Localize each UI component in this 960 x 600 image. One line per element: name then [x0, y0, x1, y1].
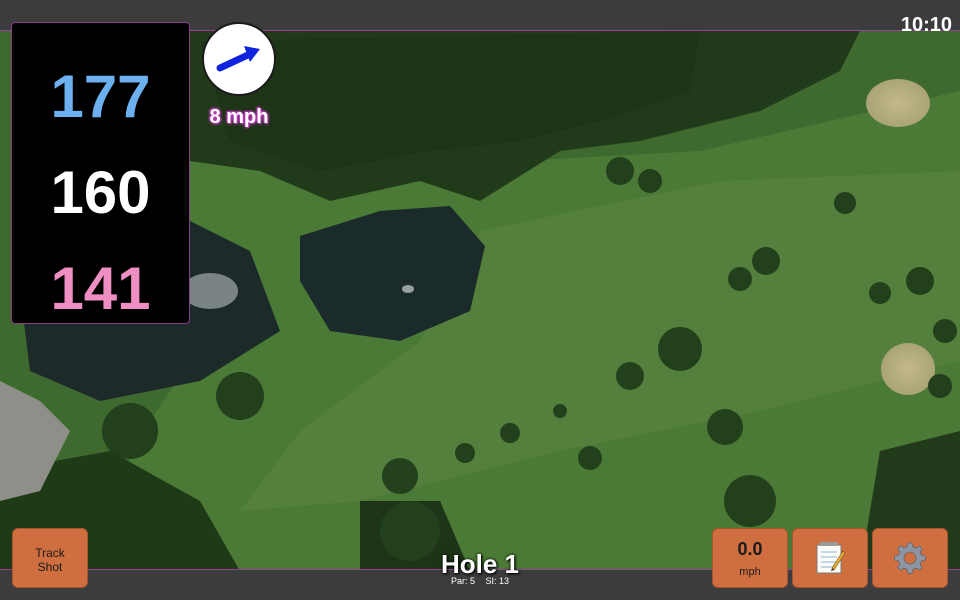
- track-shot-button[interactable]: Track Shot: [12, 528, 88, 588]
- hole-info: Par: 5 SI: 13: [380, 576, 580, 586]
- wind-indicator: [202, 22, 276, 96]
- speed-unit: mph: [739, 566, 761, 578]
- track-shot-label-line2: Shot: [37, 560, 63, 574]
- distance-front: 141: [50, 255, 151, 322]
- wind-speed: 8 mph: [209, 106, 269, 128]
- settings-button[interactable]: [872, 528, 948, 588]
- notepad-icon: [816, 542, 845, 574]
- gear-icon: [894, 542, 926, 574]
- distance-center: 160: [50, 159, 151, 226]
- speed-value: 0.0: [737, 539, 763, 559]
- distance-back: 177: [50, 63, 151, 130]
- wind-arrow-icon: [216, 46, 260, 72]
- distance-panel: 177 160 141: [11, 22, 190, 324]
- hole-par: Par: 5: [450, 576, 475, 586]
- track-shot-label-line1: Track: [35, 546, 65, 560]
- clock: 10:10: [900, 14, 952, 36]
- notes-button[interactable]: [792, 528, 868, 588]
- hole-stroke-index: SI: 13: [485, 576, 510, 586]
- speed-button[interactable]: 0.0 mph: [712, 528, 788, 588]
